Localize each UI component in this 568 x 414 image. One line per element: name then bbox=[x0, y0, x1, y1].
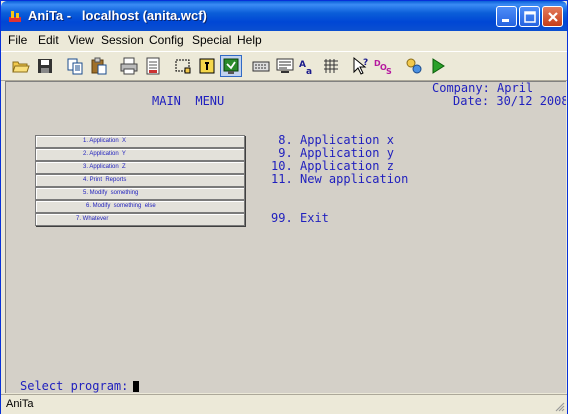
select-area-icon[interactable] bbox=[173, 56, 193, 76]
svg-text:A: A bbox=[299, 60, 306, 70]
maximize-icon bbox=[524, 11, 536, 23]
help-pointer-icon[interactable]: ? bbox=[351, 56, 371, 76]
dos-icon[interactable]: D O S bbox=[374, 56, 394, 76]
option-11-number: 11. bbox=[271, 172, 293, 186]
option-8-number: 8. bbox=[271, 133, 293, 147]
main-menu-title: MAIN MENU bbox=[152, 94, 225, 108]
run-icon[interactable] bbox=[428, 56, 448, 76]
maximize-button[interactable] bbox=[519, 6, 540, 27]
resize-grip-icon[interactable] bbox=[553, 400, 565, 412]
company-label: Company: April bbox=[432, 81, 534, 95]
macro-icon[interactable] bbox=[404, 56, 424, 76]
svg-text:?: ? bbox=[363, 58, 368, 68]
screen-icon[interactable] bbox=[275, 56, 295, 76]
option-10-label: Application z bbox=[300, 159, 394, 173]
option-11-label: New application bbox=[300, 172, 409, 186]
menu-edit[interactable]: Edit bbox=[38, 33, 59, 47]
terminal-screen[interactable]: Company: April Date: 30/12 2008 MAIN MEN… bbox=[5, 81, 566, 393]
print-icon[interactable] bbox=[119, 56, 139, 76]
minimize-icon bbox=[502, 19, 509, 22]
open-folder-icon[interactable] bbox=[11, 56, 31, 76]
select-program-prompt: Select program: bbox=[20, 379, 129, 393]
menu-button-2[interactable]: 2. Application Y bbox=[35, 148, 245, 161]
grid-icon[interactable] bbox=[321, 56, 341, 76]
menu-button-7[interactable]: 7. Whatever bbox=[35, 213, 245, 226]
menu-view[interactable]: View bbox=[68, 33, 94, 47]
connect-button[interactable] bbox=[220, 55, 242, 77]
menu-file[interactable]: File bbox=[8, 33, 27, 47]
connect-icon bbox=[223, 58, 239, 74]
menu-help[interactable]: Help bbox=[237, 33, 262, 47]
menu-button-5[interactable]: 5. Modify something bbox=[35, 187, 245, 200]
menu-button-3[interactable]: 3. Application Z bbox=[35, 161, 245, 174]
key-icon[interactable] bbox=[197, 56, 217, 76]
option-10-number: 10. bbox=[271, 159, 293, 173]
menu-button-4[interactable]: 4. Print Reports bbox=[35, 174, 245, 187]
menu-button-1[interactable]: 1. Application X bbox=[35, 135, 245, 148]
svg-text:S: S bbox=[386, 67, 392, 76]
menu-button-6[interactable]: 6. Modify something else bbox=[35, 200, 245, 213]
close-button[interactable] bbox=[542, 6, 563, 27]
keyboard-icon[interactable] bbox=[251, 56, 271, 76]
status-text: AniTa bbox=[6, 398, 34, 410]
option-8-label: Application x bbox=[300, 133, 394, 147]
date-label: Date: 30/12 2008 bbox=[453, 94, 566, 108]
app-window: AniTa - localhost (anita.wcf) File Edit … bbox=[0, 0, 568, 414]
save-icon[interactable] bbox=[35, 56, 55, 76]
option-9-label: Application y bbox=[300, 146, 394, 160]
window-title: AniTa - localhost (anita.wcf) bbox=[28, 8, 207, 23]
exit-label: Exit bbox=[300, 211, 329, 225]
toolbar: A a ? D O S bbox=[1, 51, 567, 81]
exit-number: 99. bbox=[271, 211, 293, 225]
print-setup-icon[interactable] bbox=[143, 56, 163, 76]
paste-icon[interactable] bbox=[89, 56, 109, 76]
option-9-number: 9. bbox=[271, 146, 293, 160]
minimize-button[interactable] bbox=[496, 6, 517, 27]
svg-text:a: a bbox=[306, 67, 312, 76]
menu-special[interactable]: Special bbox=[192, 33, 231, 47]
text-cursor bbox=[133, 381, 139, 392]
menu-session[interactable]: Session bbox=[101, 33, 144, 47]
copy-icon[interactable] bbox=[65, 56, 85, 76]
menu-bar: File Edit View Session Config Special He… bbox=[1, 31, 567, 50]
status-bar: AniTa bbox=[1, 394, 567, 414]
title-bar[interactable]: AniTa - localhost (anita.wcf) bbox=[1, 1, 567, 31]
close-icon bbox=[548, 12, 558, 22]
font-icon[interactable]: A a bbox=[297, 56, 317, 76]
menu-config[interactable]: Config bbox=[149, 33, 184, 47]
anita-app-icon bbox=[9, 11, 21, 22]
